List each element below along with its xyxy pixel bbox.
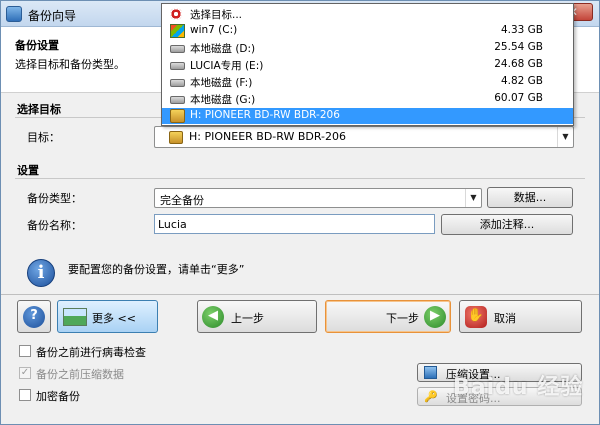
hard-drive-icon [170,96,185,104]
arrow-left-icon: ◀ [202,306,224,328]
backup-type-select[interactable]: 完全备份 ▼ [154,188,482,208]
backup-type-label: 备份类型： [27,192,82,205]
dropdown-item-size: 25.54 GB [494,41,543,53]
cancel-button[interactable]: ✋ 取消 [459,300,582,333]
dropdown-item-label: H: PIONEER BD-RW BDR-206 [190,109,340,121]
more-button-label: 更多 << [92,312,136,325]
back-button-label: 上一步 [231,312,264,325]
app-icon [6,6,22,22]
next-button[interactable]: 下一步 ▶ [325,300,451,333]
divider [1,294,599,295]
help-icon: ? [23,306,45,328]
dropdown-item-label: LUCIA专用 (E:) [190,60,264,72]
dropdown-item-size: 60.07 GB [494,92,543,104]
dropdown-item-size: 4.33 GB [500,24,543,36]
dropdown-item[interactable]: 本地磁盘 (G:) 60.07 GB [162,91,573,107]
page-subtitle: 选择目标和备份类型。 [15,58,125,71]
optical-drive-icon [170,109,185,123]
dropdown-item-label: 选择目标... [190,9,243,21]
backup-name-label: 备份名称： [27,219,82,232]
watermark: Baidu 经验 [453,375,584,400]
hard-drive-icon [170,62,185,70]
stop-hand-icon: ✋ [465,306,487,328]
window-title: 备份向导 [28,9,77,23]
virus-check-label: 备份之前进行病毒检查 [36,346,146,359]
help-button[interactable]: ? [17,300,51,333]
windows-drive-icon [170,24,185,38]
chevron-down-icon[interactable]: ▼ [557,127,573,147]
dropdown-item[interactable]: LUCIA专用 (E:) 24.68 GB [162,57,573,73]
dropdown-item-label: 本地磁盘 (D:) [190,43,256,55]
dropdown-item-size: 4.82 GB [500,75,543,87]
landscape-icon [63,308,87,326]
backup-type-value: 完全备份 [160,194,204,207]
next-button-label: 下一步 [386,312,419,325]
dropdown-item-size: 24.68 GB [494,58,543,70]
compress-label: 备份之前压缩数据 [36,368,124,381]
dropdown-item[interactable]: 本地磁盘 (F:) 4.82 GB [162,74,573,90]
compress-checkbox[interactable]: ✓ [19,367,31,379]
target-dropdown-list[interactable]: 选择目标... win7 (C:) 4.33 GB 本地磁盘 (D:) 25.5… [161,3,574,126]
key-icon: 🔑 [424,390,438,403]
section-label-target: 选择目标 [17,103,61,116]
target-select-value: H: PIONEER BD-RW BDR-206 [189,130,347,143]
backup-name-field[interactable] [155,215,434,233]
chevron-down-icon[interactable]: ▼ [465,189,481,207]
arrow-right-icon: ▶ [424,306,446,328]
target-icon [170,8,182,20]
dropdown-item[interactable]: 本地磁盘 (D:) 25.54 GB [162,40,573,56]
more-button[interactable]: 更多 << [57,300,158,333]
target-label: 目标： [27,131,60,144]
dropdown-item-label: win7 (C:) [190,24,238,36]
hard-drive-icon [170,45,185,53]
backup-name-input[interactable] [154,214,435,234]
dropdown-item-label: 本地磁盘 (G:) [190,94,256,106]
divider [15,178,585,179]
info-message: 要配置您的备份设置，请单击“更多” [68,263,245,276]
add-comment-button[interactable]: 添加注释... [441,214,573,235]
back-button[interactable]: ◀ 上一步 [197,300,317,333]
section-label-settings: 设置 [17,164,39,177]
virus-check-checkbox[interactable] [19,345,31,357]
cancel-button-label: 取消 [494,312,516,325]
dropdown-item[interactable]: win7 (C:) 4.33 GB [162,23,573,39]
encrypt-label: 加密备份 [36,390,80,403]
page-title: 备份设置 [15,39,59,52]
optical-drive-icon [169,131,183,144]
info-icon: i [27,259,55,287]
encrypt-checkbox[interactable] [19,389,31,401]
dropdown-item-label: 本地磁盘 (F:) [190,77,253,89]
backup-wizard-window: 备份向导 ✕ 备份设置 选择目标和备份类型。 选择目标 目标： H: PIONE… [0,0,600,425]
target-select[interactable]: H: PIONEER BD-RW BDR-206 ▼ [154,126,574,148]
dropdown-item-selected[interactable]: H: PIONEER BD-RW BDR-206 [162,108,573,124]
data-button[interactable]: 数据... [487,187,573,208]
compress-icon [424,366,437,379]
hard-drive-icon [170,79,185,87]
dropdown-item[interactable]: 选择目标... [162,6,573,22]
